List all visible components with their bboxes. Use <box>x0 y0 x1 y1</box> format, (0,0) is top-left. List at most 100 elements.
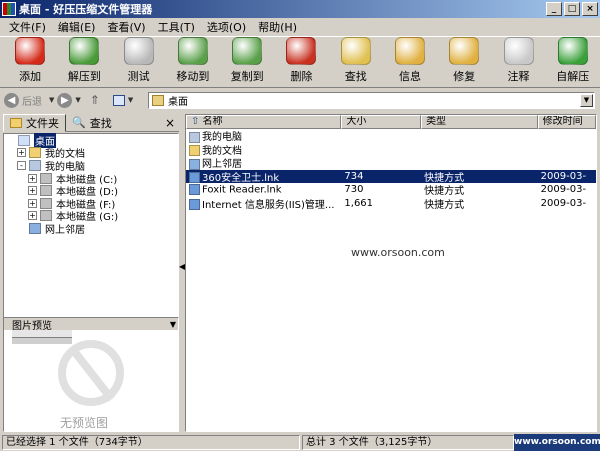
toolbar-button-label: 添加 <box>19 70 42 83</box>
view-mode-icon[interactable] <box>112 94 125 106</box>
drive-icon <box>40 197 52 209</box>
close-panel-icon[interactable]: × <box>165 116 175 130</box>
toolbar-button-label: 自解压 <box>556 70 590 83</box>
file-name: Foxit Reader.lnk <box>202 184 282 196</box>
file-list[interactable]: ⇧ 名称 大小 类型 修改时间 我的电脑 我的文档 网上邻居 360安全卫士.lnk 7… <box>185 114 597 432</box>
extract-icon <box>69 37 100 65</box>
menu-file[interactable]: 文件(F) <box>3 19 52 35</box>
toolbar-button-label: 删除 <box>290 70 313 83</box>
shortcut-icon <box>189 172 200 184</box>
file-date-cell: 2009-03- <box>540 184 587 196</box>
file-row[interactable]: Internet 信息服务(IIS)管理... 1,661 快捷方式 2009-03- <box>186 197 596 211</box>
menu-edit[interactable]: 编辑(E) <box>52 19 102 35</box>
folder-tree[interactable]: 桌面 + 我的文档 - 我的电脑 + 本地磁盘 (C:) + 本地磁盘 (D:) + 本地磁盘 (F… <box>3 132 179 329</box>
toolbar-button[interactable]: 自解压 <box>546 37 600 87</box>
file-size-cell: 1,661 <box>344 197 374 209</box>
back-dropdown-icon[interactable]: ▼ <box>49 96 54 104</box>
list-header: ⇧ 名称 大小 类型 修改时间 <box>186 115 596 129</box>
toolbar-button[interactable]: 添加 <box>3 37 57 87</box>
tree-item-label: 网上邻居 <box>45 224 85 236</box>
tree-item[interactable]: + 我的文档 <box>4 147 178 160</box>
info-icon <box>394 37 425 65</box>
up-folder-icon[interactable]: ⇑ <box>90 93 100 107</box>
expand-icon[interactable]: + <box>28 211 37 221</box>
move-to-icon <box>177 37 208 65</box>
toolbar-button[interactable]: 删除 <box>274 37 328 87</box>
file-row[interactable]: 网上邻居 <box>186 156 596 170</box>
title-bar: 桌面 - 好压压缩文件管理器 _ □ × <box>0 0 600 18</box>
toolbar-button[interactable]: 测试 <box>112 37 166 87</box>
file-date-cell: 2009-03- <box>540 197 587 209</box>
no-preview-text: 无预览图 <box>60 416 109 430</box>
menu-tools[interactable]: 工具(T) <box>152 19 201 35</box>
collapse-icon[interactable]: - <box>17 160 26 170</box>
file-name-cell: Internet 信息服务(IIS)管理... <box>186 196 341 211</box>
toolbar-button-label: 移动到 <box>176 70 210 83</box>
file-name-cell: Foxit Reader.lnk <box>186 184 341 196</box>
file-row[interactable]: Foxit Reader.lnk 730 快捷方式 2009-03- <box>186 183 596 197</box>
column-modified[interactable]: 修改时间 <box>537 115 596 129</box>
tree-item[interactable]: 网上邻居 <box>4 222 178 236</box>
desktop-icon <box>152 95 164 106</box>
toolbar-button[interactable]: 信息 <box>383 37 437 87</box>
tree-item[interactable]: 桌面 <box>4 132 178 148</box>
network-icon <box>29 222 41 234</box>
toolbar-button[interactable]: 复制到 <box>220 37 274 87</box>
file-size-cell: 734 <box>344 170 364 182</box>
file-row[interactable]: 我的文档 <box>186 143 596 157</box>
column-type[interactable]: 类型 <box>421 115 538 129</box>
file-row[interactable]: 360安全卫士.lnk 734 快捷方式 2009-03- <box>186 169 596 184</box>
forward-arrow-icon[interactable]: ▶ <box>57 92 73 108</box>
drive-icon <box>40 210 52 222</box>
image-preview-panel: 图片预览 ▼ 无预览图 <box>3 317 179 432</box>
file-size-cell: 730 <box>344 184 364 196</box>
preview-dropdown-icon[interactable]: ▼ <box>170 320 176 329</box>
brand-watermark: www.orsoon.com <box>514 434 600 451</box>
file-name-cell: 360安全卫士.lnk <box>186 169 341 184</box>
menu-view[interactable]: 查看(V) <box>101 19 151 35</box>
toolbar: 添加 解压到 测试 移动到 复制到 删除 查找 信息 修复 注释 自解压 <box>0 36 600 88</box>
toolbar-button[interactable]: 移动到 <box>166 37 220 87</box>
back-button-label[interactable]: 后退 <box>22 93 42 108</box>
toolbar-button-label: 查找 <box>344 70 367 83</box>
tree-item[interactable]: + 本地磁盘 (G:) <box>4 210 178 223</box>
maximize-button[interactable]: □ <box>564 2 580 16</box>
tab-folders[interactable]: 文件夹 <box>3 113 66 132</box>
minimize-button[interactable]: _ <box>546 2 562 16</box>
expand-icon[interactable]: + <box>28 198 37 208</box>
desktop-icon <box>18 134 30 146</box>
my-computer-icon <box>29 159 41 171</box>
column-name[interactable]: ⇧ 名称 <box>186 115 342 129</box>
toolbar-button[interactable]: 解压到 <box>57 37 111 87</box>
toolbar-button[interactable]: 修复 <box>437 37 491 87</box>
add-archive-icon <box>15 37 46 65</box>
menu-help[interactable]: 帮助(H) <box>252 19 303 35</box>
toolbar-button-label: 修复 <box>453 70 476 83</box>
address-dropdown-icon[interactable]: ▼ <box>580 94 593 107</box>
forward-dropdown-icon[interactable]: ▼ <box>75 96 80 104</box>
file-type-cell: 快捷方式 <box>424 199 465 211</box>
close-button[interactable]: × <box>582 2 598 16</box>
copy-to-icon <box>232 37 263 65</box>
view-mode-dropdown-icon[interactable]: ▼ <box>128 96 133 104</box>
file-row[interactable]: 我的电脑 <box>186 129 596 143</box>
file-date-cell: 2009-03- <box>540 170 587 182</box>
toolbar-button-label: 信息 <box>398 70 421 83</box>
column-size[interactable]: 大小 <box>341 115 422 129</box>
address-bar[interactable]: 桌面 ▼ <box>148 92 595 109</box>
expand-icon[interactable]: + <box>17 148 26 158</box>
self-extract-icon <box>557 37 588 65</box>
toolbar-button-label: 测试 <box>127 70 150 83</box>
tab-find-label: 查找 <box>89 116 112 130</box>
app-icon <box>2 2 16 16</box>
expand-icon[interactable]: + <box>28 173 37 183</box>
tab-find[interactable]: 🔍 查找 <box>66 114 118 132</box>
address-text: 桌面 <box>168 97 188 108</box>
back-arrow-icon[interactable]: ◀ <box>4 92 19 108</box>
expand-icon[interactable]: + <box>28 186 37 196</box>
tab-folders-label: 文件夹 <box>26 116 59 130</box>
toolbar-button[interactable]: 查找 <box>329 37 383 87</box>
menu-options[interactable]: 选项(O) <box>201 19 252 35</box>
preview-header[interactable]: 图片预览 ▼ <box>4 318 178 332</box>
toolbar-button[interactable]: 注释 <box>491 37 545 87</box>
